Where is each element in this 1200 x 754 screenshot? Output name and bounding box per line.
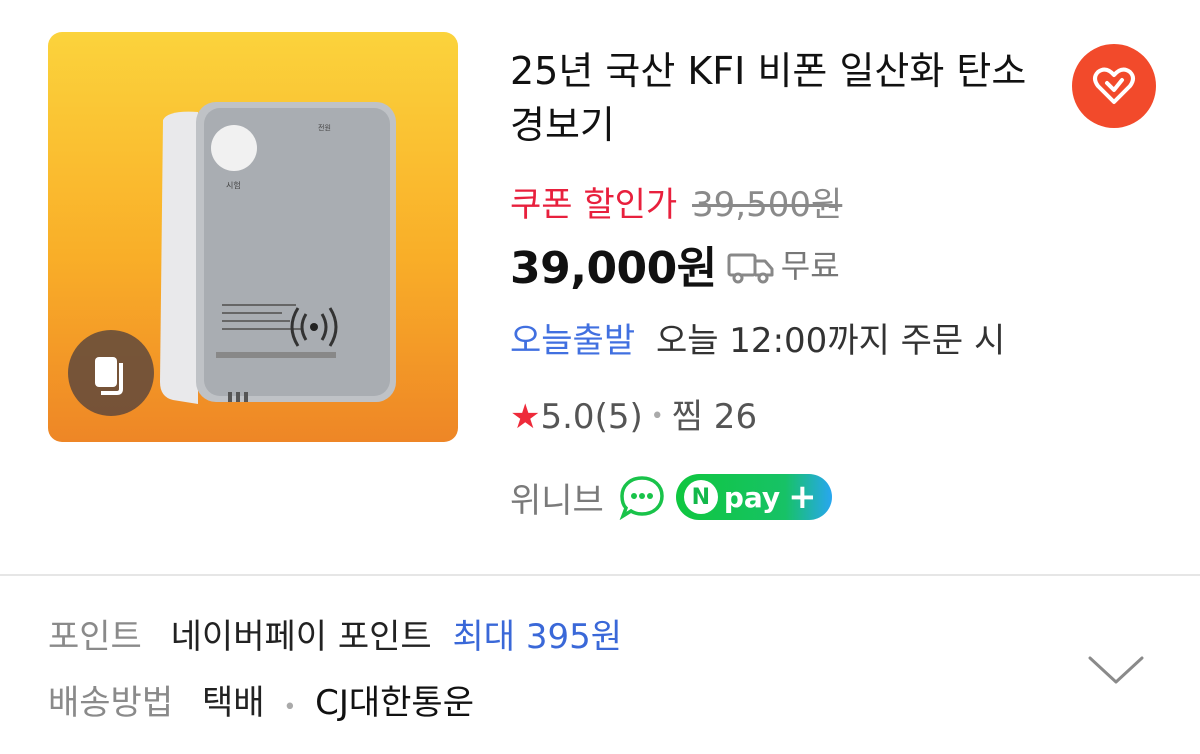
delivery-row: 배송방법 택배 • CJ대한통운 bbox=[48, 680, 474, 731]
svg-text:전원: 전원 bbox=[318, 123, 331, 132]
chevron-down-icon[interactable] bbox=[1086, 650, 1146, 690]
npay-logo: N pay + bbox=[675, 474, 832, 520]
rating-line[interactable]: ★ 5.0 (5) • 찜 26 bbox=[510, 394, 757, 440]
today-departure-label: 오늘출발 bbox=[510, 321, 636, 361]
npay-plus-icon: + bbox=[788, 477, 817, 517]
shipping-fee: 무료 bbox=[780, 247, 840, 285]
coupon-label: 쿠폰 할인가 bbox=[510, 185, 678, 225]
npay-n-mark: N bbox=[683, 480, 718, 514]
product-title[interactable]: 25년 국산 KFI 비폰 일산화 탄소 경보기 bbox=[510, 44, 1070, 152]
today-departure-desc: 오늘 12:00까지 주문 시 bbox=[655, 321, 1006, 361]
point-label: 포인트 bbox=[48, 617, 142, 657]
talk-icon[interactable] bbox=[618, 474, 666, 520]
svg-text:시험: 시험 bbox=[226, 181, 241, 190]
delivery-method: 택배 bbox=[201, 683, 265, 723]
seller-name[interactable]: 위니브 bbox=[510, 473, 604, 522]
section-divider bbox=[0, 574, 1200, 576]
gallery-icon bbox=[95, 357, 123, 395]
sale-price: 39,000원 bbox=[510, 243, 717, 294]
price-line: 39,000원 무료 bbox=[510, 236, 840, 294]
coupon-price-line: 쿠폰 할인가 39,500원 bbox=[510, 182, 842, 228]
original-price: 39,500원 bbox=[692, 185, 843, 225]
wish-button[interactable] bbox=[1072, 44, 1156, 128]
point-value: 네이버페이 포인트 bbox=[170, 617, 432, 657]
star-icon: ★ bbox=[510, 397, 541, 437]
review-count: (5) bbox=[594, 397, 643, 437]
delivery-label: 배송방법 bbox=[48, 683, 174, 723]
separator-dot: • bbox=[650, 404, 664, 429]
separator-dot: • bbox=[283, 695, 297, 720]
rating-score: 5.0 bbox=[540, 397, 595, 437]
npay-text: pay bbox=[723, 480, 781, 514]
heart-icon bbox=[1093, 67, 1135, 104]
seller-line: 위니브 N pay + bbox=[510, 472, 832, 522]
delivery-carrier: CJ대한통운 bbox=[315, 683, 474, 723]
today-departure: 오늘출발 오늘 12:00까지 주문 시 bbox=[510, 318, 1005, 364]
product-image[interactable]: 시험 전원 bbox=[48, 32, 458, 442]
wish-count: 찜 26 bbox=[671, 397, 758, 437]
gallery-button[interactable] bbox=[68, 330, 154, 416]
point-row: 포인트 네이버페이 포인트 최대 395원 bbox=[48, 614, 622, 660]
point-max: 최대 395원 bbox=[452, 617, 623, 657]
truck-icon bbox=[727, 253, 774, 284]
